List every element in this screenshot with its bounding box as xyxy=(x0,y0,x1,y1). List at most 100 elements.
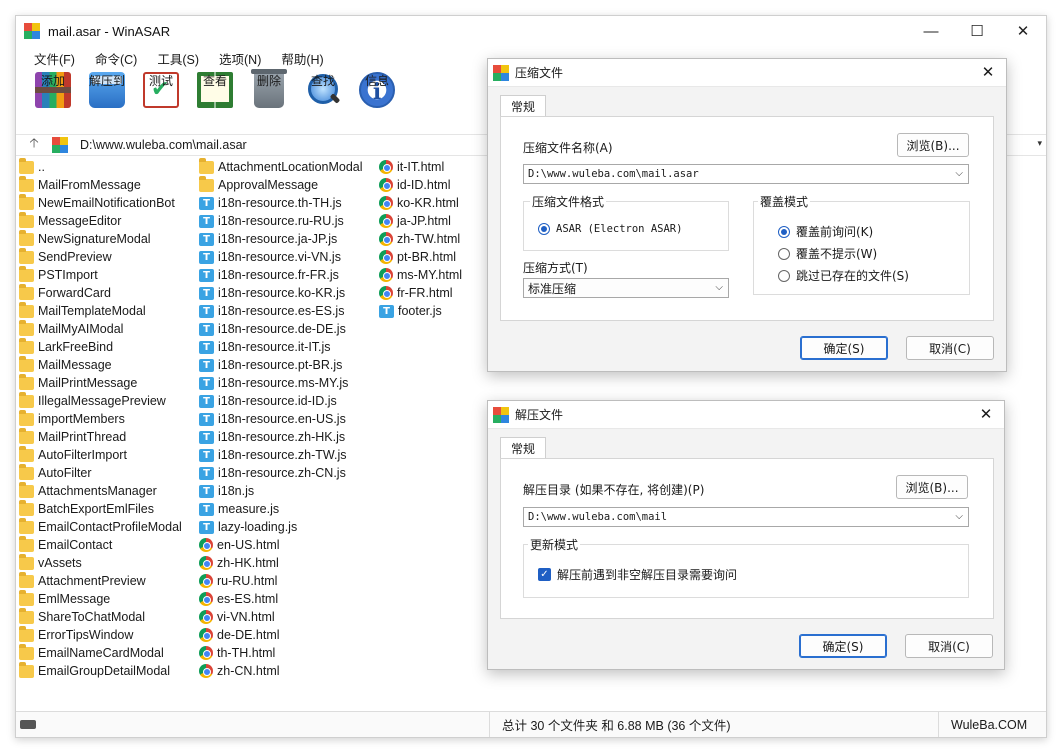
list-item[interactable]: Ti18n-resource.ja-JP.js xyxy=(199,230,363,248)
list-item[interactable]: pt-BR.html xyxy=(379,248,462,266)
view-button[interactable]: 查看 xyxy=(188,72,242,130)
list-item[interactable]: ja-JP.html xyxy=(379,212,462,230)
tab-general[interactable]: 常规 xyxy=(500,437,547,459)
list-item[interactable]: Ti18n-resource.pt-BR.js xyxy=(199,356,363,374)
ok-button[interactable]: 确定(S) xyxy=(799,634,887,658)
list-item[interactable]: Ti18n-resource.ru-RU.js xyxy=(199,212,363,230)
cancel-button[interactable]: 取消(C) xyxy=(905,634,993,658)
list-item[interactable]: ShareToChatModal xyxy=(19,608,182,626)
list-item[interactable]: AttachmentPreview xyxy=(19,572,182,590)
list-item[interactable]: MailTemplateModal xyxy=(19,302,182,320)
up-arrow-icon[interactable]: 🡡 xyxy=(16,134,52,156)
find-button[interactable]: 查找 xyxy=(296,72,350,130)
method-select[interactable]: 标准压缩 ⌵ xyxy=(523,278,729,298)
list-item[interactable]: Ti18n-resource.it-IT.js xyxy=(199,338,363,356)
close-icon[interactable]: ✕ xyxy=(978,63,998,81)
list-item[interactable]: AutoFilter xyxy=(19,464,182,482)
chevron-down-icon[interactable]: ⌵ xyxy=(955,511,963,522)
list-item[interactable]: AttachmentsManager xyxy=(19,482,182,500)
extract-path-input[interactable]: D:\www.wuleba.com\mail ⌵ xyxy=(523,507,969,527)
list-item[interactable]: Ti18n-resource.en-US.js xyxy=(199,410,363,428)
list-item[interactable]: Ti18n-resource.vi-VN.js xyxy=(199,248,363,266)
list-item[interactable]: de-DE.html xyxy=(199,626,363,644)
list-item[interactable]: IllegalMessagePreview xyxy=(19,392,182,410)
list-item[interactable]: EmailContactProfileModal xyxy=(19,518,182,536)
list-item[interactable]: ms-MY.html xyxy=(379,266,462,284)
list-item[interactable]: vi-VN.html xyxy=(199,608,363,626)
list-item[interactable]: EmailContact xyxy=(19,536,182,554)
menu-help[interactable]: 帮助(H) xyxy=(271,49,333,68)
list-item[interactable]: MessageEditor xyxy=(19,212,182,230)
test-button[interactable]: 测试 xyxy=(134,72,188,130)
list-item[interactable]: zh-TW.html xyxy=(379,230,462,248)
delete-button[interactable]: 删除 xyxy=(242,69,296,130)
list-item[interactable]: fr-FR.html xyxy=(379,284,462,302)
browse-button[interactable]: 浏览(B)... xyxy=(897,133,969,157)
list-item[interactable]: Ti18n-resource.fr-FR.js xyxy=(199,266,363,284)
maximize-button[interactable]: ☐ xyxy=(954,16,1000,46)
tab-general[interactable]: 常规 xyxy=(500,95,547,117)
list-item[interactable]: Ti18n-resource.zh-CN.js xyxy=(199,464,363,482)
list-item[interactable]: Ti18n-resource.id-ID.js xyxy=(199,392,363,410)
ok-button[interactable]: 确定(S) xyxy=(800,336,888,360)
menu-options[interactable]: 选项(N) xyxy=(209,49,271,68)
overwrite-silent-radio[interactable]: 覆盖不提示(W) xyxy=(778,245,877,262)
cancel-button[interactable]: 取消(C) xyxy=(906,336,994,360)
close-icon[interactable]: ✕ xyxy=(976,405,996,423)
list-item[interactable]: EmailNameCardModal xyxy=(19,644,182,662)
title-bar[interactable]: mail.asar - WinASAR — ☐ ✕ xyxy=(16,16,1046,46)
list-item[interactable]: .. xyxy=(19,158,182,176)
list-item[interactable]: importMembers xyxy=(19,410,182,428)
compress-dialog-titlebar[interactable]: 压缩文件 ✕ xyxy=(488,59,1006,87)
browse-button[interactable]: 浏览(B)... xyxy=(896,475,968,499)
list-item[interactable]: Ti18n-resource.zh-HK.js xyxy=(199,428,363,446)
add-button[interactable]: 添加 xyxy=(26,72,80,130)
list-item[interactable]: Ti18n-resource.es-ES.js xyxy=(199,302,363,320)
address-path[interactable]: D:\www.wuleba.com\mail.asar xyxy=(80,138,247,152)
list-item[interactable]: ru-RU.html xyxy=(199,572,363,590)
chevron-down-icon[interactable]: ▾ xyxy=(1037,138,1042,149)
list-item[interactable]: id-ID.html xyxy=(379,176,462,194)
menu-file[interactable]: 文件(F) xyxy=(24,49,85,68)
list-item[interactable]: zh-CN.html xyxy=(199,662,363,680)
list-item[interactable]: MailFromMessage xyxy=(19,176,182,194)
list-item[interactable]: Ti18n-resource.ms-MY.js xyxy=(199,374,363,392)
list-item[interactable]: SendPreview xyxy=(19,248,182,266)
list-item[interactable]: MailMessage xyxy=(19,356,182,374)
list-item[interactable]: EmlMessage xyxy=(19,590,182,608)
list-item[interactable]: NewSignatureModal xyxy=(19,230,182,248)
list-item[interactable]: Ti18n-resource.zh-TW.js xyxy=(199,446,363,464)
list-item[interactable]: Ti18n-resource.ko-KR.js xyxy=(199,284,363,302)
list-item[interactable]: vAssets xyxy=(19,554,182,572)
close-button[interactable]: ✕ xyxy=(1000,16,1046,46)
format-asar-radio[interactable]: ASAR (Electron ASAR) xyxy=(538,223,682,235)
list-item[interactable]: EmailGroupDetailModal xyxy=(19,662,182,680)
extract-to-button[interactable]: 解压到 xyxy=(80,72,134,130)
list-item[interactable]: ErrorTipsWindow xyxy=(19,626,182,644)
extract-dialog-titlebar[interactable]: 解压文件 ✕ xyxy=(488,401,1004,429)
list-item[interactable]: ko-KR.html xyxy=(379,194,462,212)
minimize-button[interactable]: — xyxy=(908,16,954,46)
list-item[interactable]: MailPrintThread xyxy=(19,428,182,446)
list-item[interactable]: AttachmentLocationModal xyxy=(199,158,363,176)
menu-tools[interactable]: 工具(S) xyxy=(147,49,209,68)
list-item[interactable]: it-IT.html xyxy=(379,158,462,176)
skip-existing-radio[interactable]: 跳过已存在的文件(S) xyxy=(778,267,909,284)
list-item[interactable]: ForwardCard xyxy=(19,284,182,302)
list-item[interactable]: NewEmailNotificationBot xyxy=(19,194,182,212)
list-item[interactable]: en-US.html xyxy=(199,536,363,554)
overwrite-ask-radio[interactable]: 覆盖前询问(K) xyxy=(778,223,873,240)
archive-path-input[interactable]: D:\www.wuleba.com\mail.asar ⌵ xyxy=(523,164,969,184)
list-item[interactable]: Ti18n-resource.de-DE.js xyxy=(199,320,363,338)
info-button[interactable]: 信息 xyxy=(350,72,404,130)
list-item[interactable]: th-TH.html xyxy=(199,644,363,662)
list-item[interactable]: Tfooter.js xyxy=(379,302,462,320)
list-item[interactable]: Ti18n.js xyxy=(199,482,363,500)
chevron-down-icon[interactable]: ⌵ xyxy=(955,168,963,179)
list-item[interactable]: Ti18n-resource.th-TH.js xyxy=(199,194,363,212)
list-item[interactable]: BatchExportEmlFiles xyxy=(19,500,182,518)
list-item[interactable]: MailPrintMessage xyxy=(19,374,182,392)
list-item[interactable]: ApprovalMessage xyxy=(199,176,363,194)
menu-command[interactable]: 命令(C) xyxy=(85,49,147,68)
list-item[interactable]: MailMyAIModal xyxy=(19,320,182,338)
